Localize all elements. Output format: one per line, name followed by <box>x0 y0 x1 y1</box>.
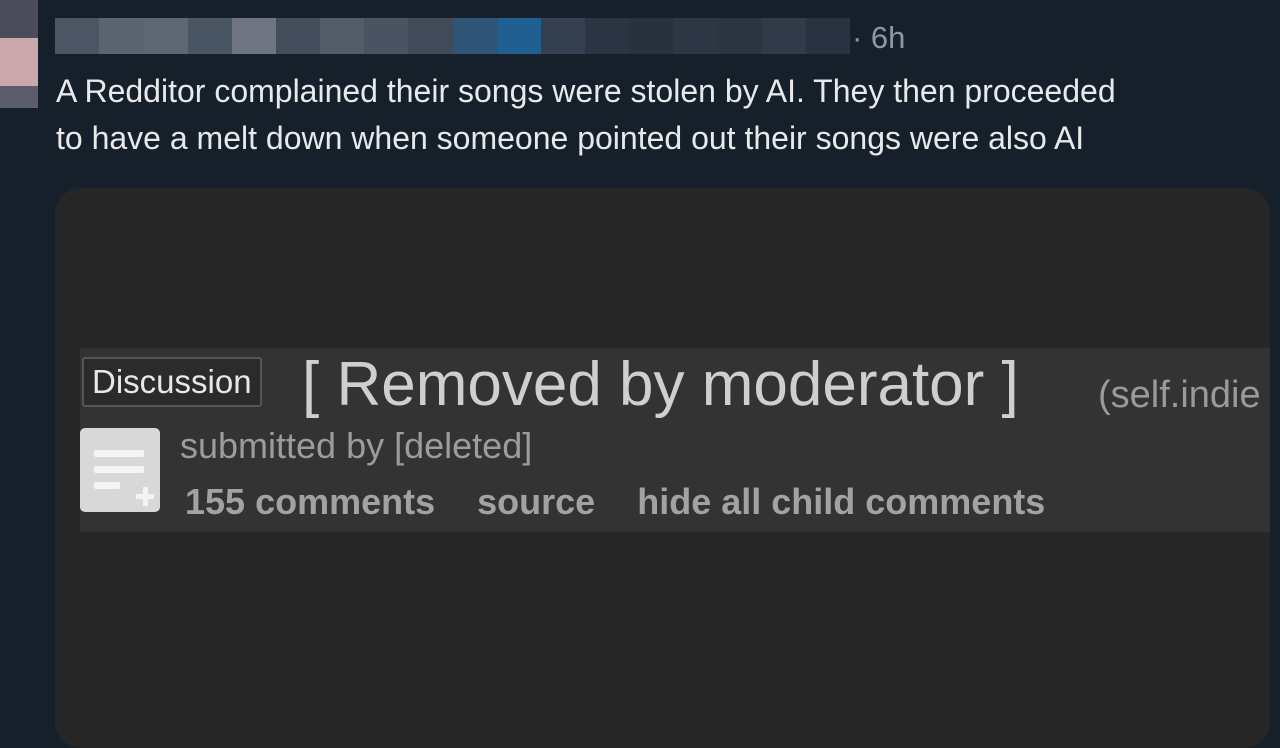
tweet-text-line: to have a melt down when someone pointed… <box>56 120 1085 156</box>
tweet-text-line: A Redditor complained their songs were s… <box>56 73 1116 109</box>
embedded-media[interactable]: Discussion [ Removed by moderator ] (sel… <box>55 188 1270 748</box>
flair-badge: Discussion <box>82 357 262 407</box>
post-title: [ Removed by moderator ] <box>302 350 1019 419</box>
self-post-text-icon <box>80 428 160 512</box>
source-link[interactable]: source <box>477 481 595 522</box>
reddit-post-header: Discussion [ Removed by moderator ] (sel… <box>80 348 1270 532</box>
post-actions: 155 comments source hide all child comme… <box>185 478 1077 526</box>
tweet-text: A Redditor complained their songs were s… <box>56 68 1271 162</box>
comments-link[interactable]: 155 comments <box>185 481 435 522</box>
post-timestamp[interactable]: · 6h <box>852 20 905 56</box>
hide-child-comments-link[interactable]: hide all child comments <box>637 481 1045 522</box>
subreddit-domain: (self.indie <box>1098 374 1261 416</box>
blurred-username[interactable] <box>55 18 851 54</box>
submitted-by: submitted by [deleted] <box>180 425 533 466</box>
avatar[interactable] <box>0 0 38 108</box>
